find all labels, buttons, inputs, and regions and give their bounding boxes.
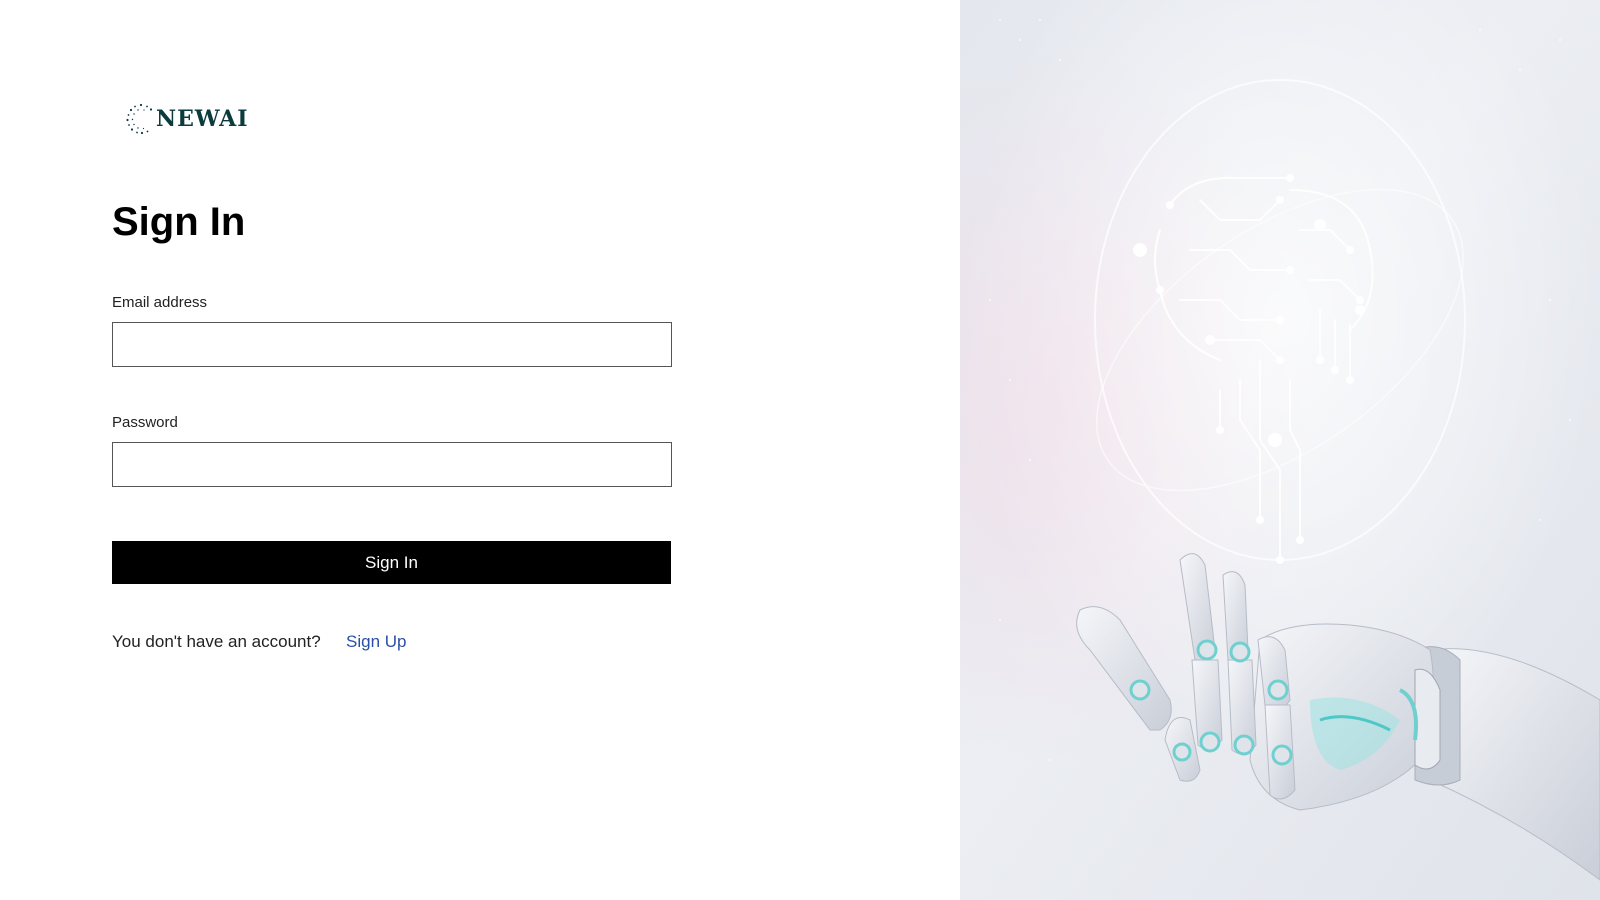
logo-dots-icon	[126, 103, 153, 135]
sign-in-page: NEWAI Sign In Email address Password Sig…	[0, 0, 1600, 900]
password-label: Password	[112, 414, 178, 431]
no-account-prompt: You don't have an account?	[112, 632, 321, 651]
brand-name: NEWAI	[156, 106, 249, 132]
email-field[interactable]	[112, 322, 672, 367]
hero-image	[960, 0, 1600, 900]
sign-in-button[interactable]: Sign In	[112, 541, 671, 584]
page-title: Sign In	[112, 200, 246, 244]
sign-up-link[interactable]: Sign Up	[346, 632, 406, 652]
sign-in-panel: NEWAI Sign In Email address Password Sig…	[0, 0, 960, 900]
robot-hand-circuit-brain-icon	[960, 0, 1600, 900]
password-field[interactable]	[112, 442, 672, 487]
email-label: Email address	[112, 294, 208, 311]
brand-logo: NEWAI	[124, 102, 249, 136]
